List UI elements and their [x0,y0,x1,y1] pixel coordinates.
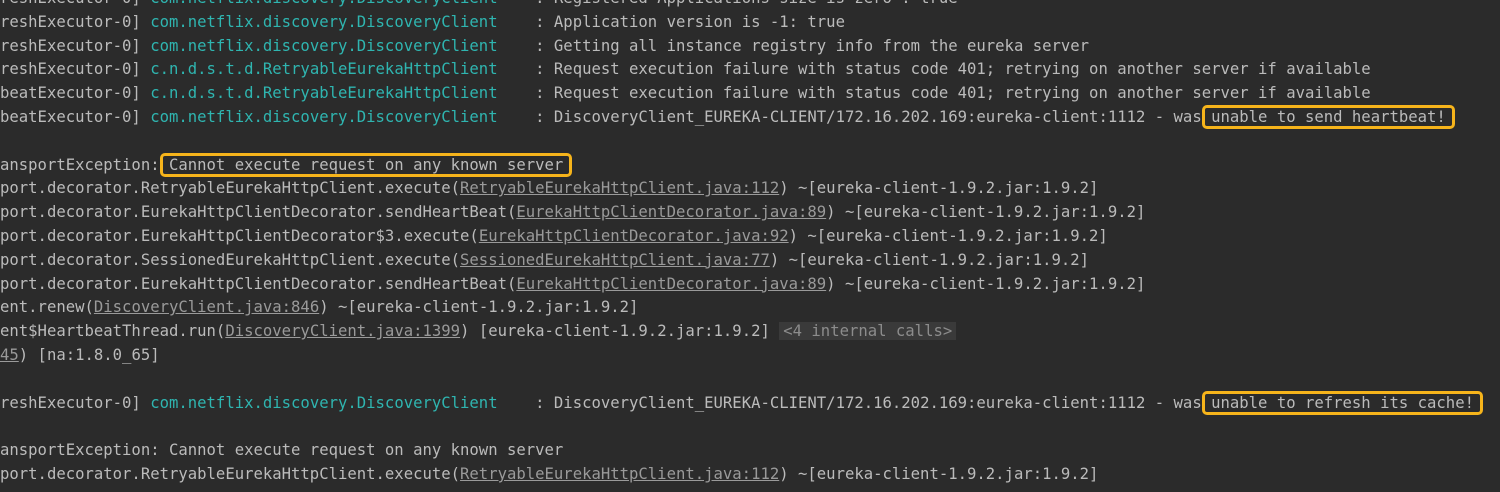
log-line: beatExecutor-0] com.netflix.discovery.Di… [0,105,1446,129]
log-text: ) ~[eureka-client-1.9.2.jar:1.9.2] [826,203,1146,222]
log-text: reshExecutor-0] [0,12,151,31]
log-text: ) ~[eureka-client-1.9.2.jar:1.9.2] [779,179,1099,198]
source-link[interactable]: EurekaHttpClientDecorator.java:92 [479,227,789,245]
log-text: port.decorator.EurekaHttpClientDecorator… [0,227,479,245]
log-line: reshExecutor-0] com.netflix.discovery.Di… [0,34,1089,58]
console-output[interactable]: reshExecutor-0] com.netflix.discovery.Di… [0,0,1500,492]
log-line: ansportException: Cannot execute request… [0,153,563,177]
log-text: beatExecutor-0] [0,84,151,103]
log-text: port.decorator.RetryableEurekaHttpClient… [0,465,461,483]
log-line: port.decorator.RetryableEurekaHttpClient… [0,176,1098,200]
log-text: : Request execution failure with status … [497,84,1371,103]
log-text: reshExecutor-0] [0,60,151,79]
log-text: ent$HeartbeatThread.run( [0,322,226,341]
log-line: beatExecutor-0] c.n.d.s.t.d.RetryableEur… [0,81,1371,105]
source-link[interactable]: RetryableEurekaHttpClient.java:112 [460,179,779,197]
log-text: reshExecutor-0] [0,0,150,7]
logger-name: com.netflix.discovery.DiscoveryClient [150,36,498,55]
log-text: ) [na:1.8.0_65] [18,346,160,364]
log-line: ent.renew(DiscoveryClient.java:846) ~[eu… [0,295,638,319]
log-line: reshExecutor-0] com.netflix.discovery.Di… [0,391,1474,415]
log-text: ansportException: Cannot execute request… [0,441,564,460]
log-text: reshExecutor-0] [0,36,151,55]
logger-name: com.netflix.discovery.DiscoveryClient [150,0,497,7]
log-text: port.decorator.EurekaHttpClientDecorator… [0,274,517,293]
log-line: reshExecutor-0] com.netflix.discovery.Di… [0,0,958,10]
source-link[interactable]: EurekaHttpClientDecorator.java:89 [516,275,826,293]
log-line: port.decorator.EurekaHttpClientDecorator… [0,200,1145,224]
log-line: reshExecutor-0] com.netflix.discovery.Di… [0,10,845,34]
log-line: reshExecutor-0] c.n.d.s.t.d.RetryableEur… [0,57,1371,81]
log-text: : Registered Applications size is zero :… [498,0,957,7]
internal-calls-fold[interactable]: <4 internal calls> [779,322,957,341]
log-text: ) ~[eureka-client-1.9.2.jar:1.9.2] [826,274,1146,293]
logger-name: c.n.d.s.t.d.RetryableEurekaHttpClient [150,60,498,79]
log-text: ) [eureka-client-1.9.2.jar:1.9.2] [460,322,780,341]
log-text: : Request execution failure with status … [497,60,1371,79]
source-link[interactable]: 45 [0,346,19,364]
log-line: 45) [na:1.8.0_65] [0,343,160,367]
log-line: ansportException: Cannot execute request… [0,438,563,462]
source-link[interactable]: DiscoveryClient.java:1399 [225,322,460,340]
log-line: ent$HeartbeatThread.run(DiscoveryClient.… [0,319,957,343]
logger-name: com.netflix.discovery.DiscoveryClient [150,12,498,31]
log-text: reshExecutor-0] [0,393,151,412]
log-text: : DiscoveryClient_EUREKA-CLIENT/172.16.2… [497,393,1474,412]
log-text: ansportException: Cannot execute request… [0,155,564,174]
logger-name: com.netflix.discovery.DiscoveryClient [150,108,498,126]
source-link[interactable]: EurekaHttpClientDecorator.java:89 [516,203,826,221]
log-text: ) ~[eureka-client-1.9.2.jar:1.9.2] [788,227,1108,245]
log-text: port.decorator.EurekaHttpClientDecorator… [0,203,517,222]
log-text: ) ~[eureka-client-1.9.2.jar:1.9.2] [779,465,1099,483]
log-line: port.decorator.EurekaHttpClientDecorator… [0,224,1108,248]
log-text: beatExecutor-0] [0,108,151,126]
log-text: : Getting all instance registry info fro… [497,36,1090,55]
log-line: port.decorator.SessionedEurekaHttpClient… [0,248,1089,272]
log-text: port.decorator.SessionedEurekaHttpClient… [0,250,461,269]
logger-name: c.n.d.s.t.d.RetryableEurekaHttpClient [150,84,498,103]
log-text: : Application version is -1: true [497,12,845,31]
log-text: : DiscoveryClient_EUREKA-CLIENT/172.16.2… [497,108,1446,126]
log-line: port.decorator.RetryableEurekaHttpClient… [0,462,1098,486]
log-text: port.decorator.RetryableEurekaHttpClient… [0,179,461,198]
log-text: ) ~[eureka-client-1.9.2.jar:1.9.2] [319,298,639,317]
source-link[interactable]: SessionedEurekaHttpClient.java:77 [460,251,770,269]
logger-name: com.netflix.discovery.DiscoveryClient [150,393,498,412]
log-line: port.decorator.EurekaHttpClientDecorator… [0,272,1145,296]
source-link[interactable]: RetryableEurekaHttpClient.java:112 [460,465,779,483]
log-text: ent.renew( [0,298,94,317]
log-text: ) ~[eureka-client-1.9.2.jar:1.9.2] [769,250,1090,269]
source-link[interactable]: DiscoveryClient.java:846 [94,298,319,316]
